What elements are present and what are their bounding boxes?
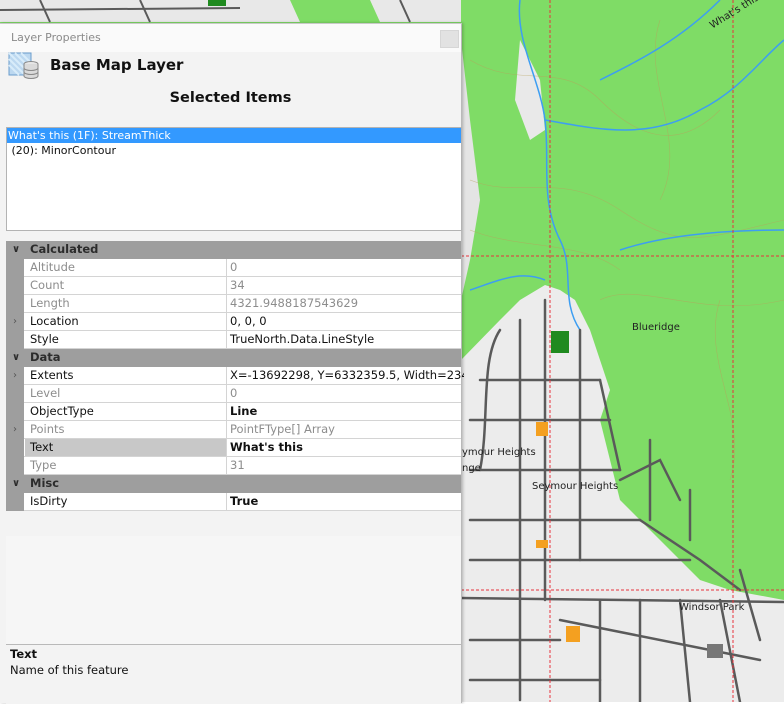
property-value[interactable]: X=-13692298, Y=6332359.5, Width=2345 [227, 367, 464, 384]
property-value: 34 [230, 278, 245, 292]
selected-items-list[interactable]: What's this (1F): StreamThick (20): Mino… [6, 127, 462, 231]
property-name: Count [25, 277, 227, 294]
row-gutter [6, 385, 24, 403]
map-label-seymour-range-partial: nge [462, 463, 481, 474]
category-label: Data [30, 350, 61, 364]
property-name: Type [25, 457, 227, 474]
map-label-windsor-park: Windsor Park [679, 602, 745, 613]
row-gutter [6, 493, 24, 511]
property-value[interactable]: Line [227, 403, 464, 420]
chevron-right-icon[interactable]: › [6, 367, 24, 385]
property-value: 31 [230, 458, 245, 472]
selected-items-heading: Selected Items [169, 90, 292, 106]
property-row-type[interactable]: Type 31 [6, 457, 461, 475]
row-gutter [6, 331, 24, 349]
chevron-down-icon[interactable]: ∨ [9, 349, 23, 366]
property-row-points[interactable]: › Points PointFType[] Array [6, 421, 461, 439]
property-value: 4321.9488187543629 [230, 296, 359, 310]
property-name: Points [25, 421, 227, 438]
property-help-pane: Text Name of this feature [6, 644, 461, 704]
property-row-style[interactable]: Style TrueNorth.Data.LineStyle [6, 331, 461, 349]
category-label: Misc [30, 476, 60, 490]
property-row-location[interactable]: › Location 0, 0, 0 [6, 313, 461, 331]
property-name: Altitude [25, 259, 227, 276]
map-label-seymour-heights-partial: ymour Heights [462, 447, 536, 458]
close-button[interactable] [440, 30, 459, 48]
row-gutter [6, 403, 24, 421]
property-value: 0 [230, 386, 238, 400]
layer-properties-panel: Layer Properties Base Map Layer Selected… [0, 23, 464, 704]
category-data[interactable]: ∨ Data [6, 349, 461, 367]
property-name: Extents [25, 367, 227, 384]
property-value[interactable]: What's this [227, 439, 464, 456]
layer-stack-icon [8, 52, 39, 79]
property-name: Text [25, 439, 227, 456]
property-value: PointFType[] Array [230, 422, 335, 436]
row-gutter [6, 295, 24, 313]
chevron-down-icon[interactable]: ∨ [9, 241, 23, 258]
property-value[interactable]: 0, 0, 0 [227, 313, 464, 330]
property-row-extents[interactable]: › Extents X=-13692298, Y=6332359.5, Widt… [6, 367, 464, 385]
help-title: Text [10, 647, 38, 661]
window-title: Layer Properties [11, 31, 101, 44]
row-gutter [6, 259, 24, 277]
list-item[interactable]: (20): MinorContour [7, 143, 461, 158]
chevron-right-icon[interactable]: › [6, 421, 24, 439]
property-row-level[interactable]: Level 0 [6, 385, 461, 403]
row-gutter [6, 439, 24, 457]
map-label-seymour-heights: Seymour Heights [532, 481, 619, 492]
property-name: Location [25, 313, 227, 330]
property-name: Level [25, 385, 227, 402]
panel-titlebar[interactable]: Layer Properties [0, 24, 461, 52]
property-row-length[interactable]: Length 4321.9488187543629 [6, 295, 461, 313]
category-label: Calculated [30, 242, 99, 256]
list-item[interactable]: What's this (1F): StreamThick [7, 128, 461, 143]
property-grid[interactable]: ∨ Calculated Altitude 0 Count 34 Length … [6, 241, 464, 511]
property-grid-empty-area [6, 536, 461, 644]
chevron-down-icon[interactable]: ∨ [9, 475, 23, 492]
property-name: Length [25, 295, 227, 312]
layer-header: Base Map Layer [0, 52, 461, 84]
row-gutter [6, 457, 24, 475]
property-row-altitude[interactable]: Altitude 0 [6, 259, 461, 277]
property-row-count[interactable]: Count 34 [6, 277, 461, 295]
layer-name: Base Map Layer [50, 56, 184, 74]
property-name: ObjectType [25, 403, 227, 420]
property-value[interactable]: True [227, 493, 464, 510]
property-name: IsDirty [25, 493, 227, 510]
property-name: Style [25, 331, 227, 348]
row-gutter [6, 277, 24, 295]
help-description: Name of this feature [10, 663, 129, 677]
category-misc[interactable]: ∨ Misc [6, 475, 461, 493]
property-row-isdirty[interactable]: IsDirty True [6, 493, 461, 511]
chevron-right-icon[interactable]: › [6, 313, 24, 331]
category-calculated[interactable]: ∨ Calculated [6, 241, 461, 259]
property-row-objecttype[interactable]: ObjectType Line [6, 403, 461, 421]
property-value[interactable]: TrueNorth.Data.LineStyle [227, 331, 464, 348]
property-row-text[interactable]: Text What's this [6, 439, 461, 457]
property-value: 0 [230, 260, 238, 274]
map-label-blueridge: Blueridge [632, 322, 680, 333]
